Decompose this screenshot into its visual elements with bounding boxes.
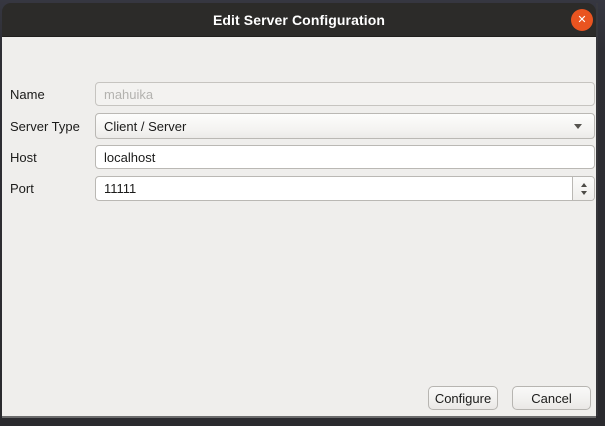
chevron-down-icon [574, 124, 582, 129]
name-field [95, 82, 595, 106]
port-spin-buttons[interactable] [572, 177, 594, 200]
host-label: Host [10, 145, 94, 169]
port-label: Port [10, 176, 94, 201]
close-icon: ✕ [577, 15, 586, 26]
screen: { "window": { "title": "Edit Server Conf… [0, 0, 605, 426]
dialog-body: Name Server Type Client / Server Host Po… [2, 37, 596, 416]
cancel-button[interactable]: Cancel [512, 386, 591, 410]
server-type-label: Server Type [10, 113, 94, 139]
port-spinbox [95, 176, 595, 201]
titlebar[interactable]: Edit Server Configuration ✕ [2, 3, 596, 37]
port-field[interactable] [96, 177, 572, 200]
host-field[interactable] [95, 145, 595, 169]
close-button[interactable]: ✕ [571, 9, 593, 31]
configure-button[interactable]: Configure [428, 386, 498, 410]
name-label: Name [10, 82, 94, 106]
spin-down-icon[interactable] [581, 191, 587, 195]
server-type-value: Client / Server [104, 119, 574, 134]
dialog-title: Edit Server Configuration [213, 12, 385, 28]
server-type-dropdown[interactable]: Client / Server [95, 113, 595, 139]
dialog-window: Edit Server Configuration ✕ Name Server … [2, 3, 596, 416]
spin-up-icon[interactable] [581, 183, 587, 187]
